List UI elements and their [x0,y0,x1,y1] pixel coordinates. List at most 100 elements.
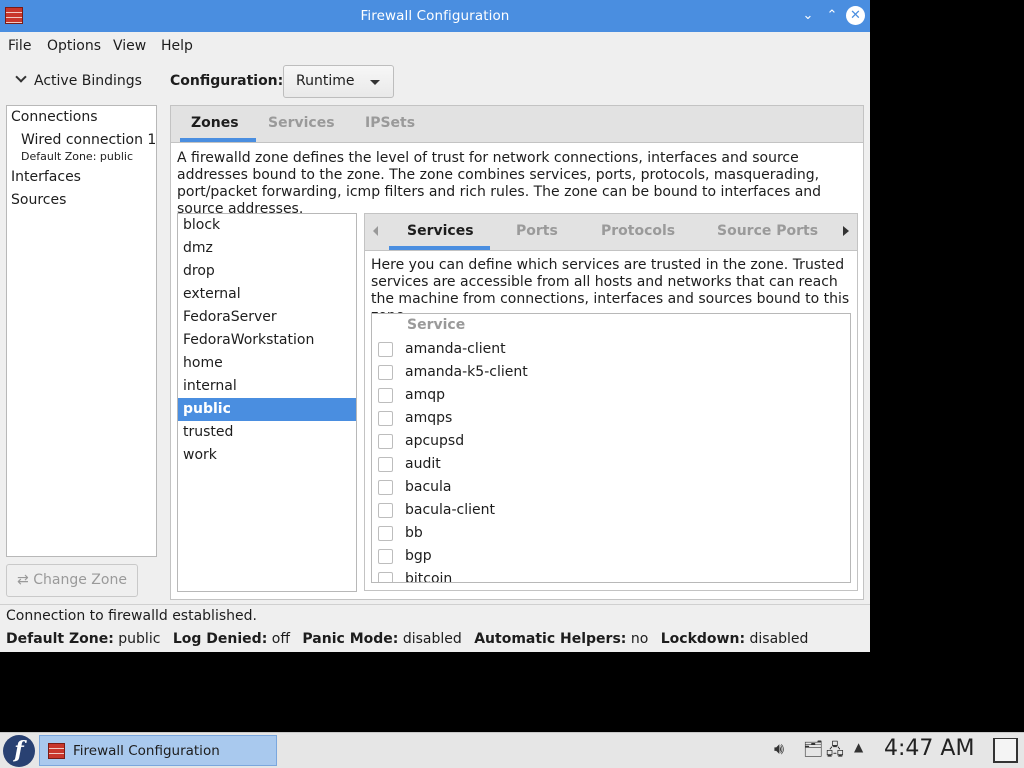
title-bar[interactable]: Firewall Configuration ⌄ ⌃ ✕ [0,0,870,32]
zone-item-fedoraworkstation[interactable]: FedoraWorkstation [178,329,356,352]
auto-helpers-label: Automatic Helpers: [474,631,627,647]
close-button[interactable]: ✕ [846,6,865,25]
service-row[interactable]: apcupsd [372,430,850,453]
configuration-select[interactable]: Runtime [283,65,394,98]
service-row[interactable]: amqp [372,384,850,407]
service-row[interactable]: amanda-k5-client [372,361,850,384]
lockdown-value: disabled [749,631,809,647]
service-row[interactable]: bb [372,522,850,545]
subtab-source-ports[interactable]: Source Ports [717,223,818,239]
tray-expand-icon[interactable]: ▲ [854,740,863,754]
service-name: amanda-client [405,341,506,357]
active-subtab-indicator [389,246,490,250]
minimize-button[interactable]: ⌄ [798,6,818,26]
service-name: bacula [405,479,452,495]
main-tab-bar: Zones Services IPSets [171,106,863,143]
log-denied-label: Log Denied: [172,631,268,647]
volume-icon[interactable]: 🔊︎ [774,739,784,759]
service-checkbox[interactable] [378,457,393,472]
menu-file[interactable]: File [8,38,31,54]
lockdown-label: Lockdown: [660,631,746,647]
zone-item-dmz[interactable]: dmz [178,237,356,260]
services-list: Service amanda-client amanda-k5-client amq… [371,313,851,583]
service-name: amqp [405,387,445,403]
service-name: bitcoin [405,571,453,583]
service-row[interactable]: bitcoin [372,568,850,583]
menu-bar: File Options View Help [0,32,870,60]
status-message: Connection to firewalld established. [6,608,257,624]
taskbar: f Firewall Configuration 🔊︎ 🗂︎ 🖧︎ ▲ 4:47… [0,732,1024,768]
zone-item-work[interactable]: work [178,444,356,467]
bindings-panel: Connections Wired connection 1 ( Default… [6,105,157,557]
connection-zone: Default Zone: public [21,150,133,163]
network-icon[interactable]: 🖧︎ [826,739,844,766]
zone-list: block dmz drop external FedoraServer FedoraWo… [177,213,357,592]
default-zone-label: Default Zone: [6,631,114,647]
change-zone-button[interactable]: ⇄ Change Zone [6,564,138,597]
zone-item-drop[interactable]: drop [178,260,356,283]
log-denied-value: off [271,631,290,647]
maximize-button[interactable]: ⌃ [822,6,842,26]
service-name: amanda-k5-client [405,364,528,380]
tab-ipsets[interactable]: IPSets [365,115,415,131]
tab-zones[interactable]: Zones [191,115,239,131]
zone-item-fedoraserver[interactable]: FedoraServer [178,306,356,329]
chevron-down-icon [16,73,26,83]
service-checkbox[interactable] [378,503,393,518]
service-checkbox[interactable] [378,388,393,403]
active-bindings-toggle[interactable]: Active Bindings [16,73,142,89]
show-desktop-icon[interactable] [993,738,1018,763]
service-row[interactable]: amqps [372,407,850,430]
menu-help[interactable]: Help [161,38,193,54]
tab-services[interactable]: Services [268,115,335,131]
active-tab-indicator [180,138,256,142]
panic-mode-value: disabled [402,631,462,647]
scroll-right-icon[interactable] [843,226,849,236]
zone-item-home[interactable]: home [178,352,356,375]
subtab-services[interactable]: Services [407,223,474,239]
service-checkbox[interactable] [378,572,393,582]
service-checkbox[interactable] [378,526,393,541]
connections-header[interactable]: Connections [11,109,98,125]
subtab-protocols[interactable]: Protocols [601,223,675,239]
service-row[interactable]: amanda-client [372,338,850,361]
status-divider [0,604,870,605]
service-checkbox[interactable] [378,365,393,380]
zone-item-public[interactable]: public [178,398,356,421]
connection-item[interactable]: Wired connection 1 ( [21,132,156,148]
fedora-logo-icon[interactable]: f [3,735,35,767]
scroll-left-icon[interactable] [373,226,378,236]
panic-mode-label: Panic Mode: [302,631,399,647]
taskbar-window-button[interactable]: Firewall Configuration [39,735,277,766]
taskbar-window-label: Firewall Configuration [73,743,220,759]
service-row[interactable]: bacula-client [372,499,850,522]
service-row[interactable]: bacula [372,476,850,499]
subtab-ports[interactable]: Ports [516,223,558,239]
service-row[interactable]: audit [372,453,850,476]
service-checkbox[interactable] [378,434,393,449]
service-name: bgp [405,548,432,564]
zone-item-internal[interactable]: internal [178,375,356,398]
service-checkbox[interactable] [378,411,393,426]
sources-header[interactable]: Sources [11,192,66,208]
service-column-header[interactable]: Service [407,317,465,333]
zones-description: A firewalld zone defines the level of tr… [177,150,822,217]
service-checkbox[interactable] [378,342,393,357]
service-checkbox[interactable] [378,480,393,495]
menu-view[interactable]: View [113,38,146,54]
interfaces-header[interactable]: Interfaces [11,169,81,185]
zone-item-block[interactable]: block [178,214,356,237]
zone-item-external[interactable]: external [178,283,356,306]
service-checkbox[interactable] [378,549,393,564]
active-bindings-label: Active Bindings [34,73,142,89]
service-name: apcupsd [405,433,465,449]
service-row[interactable]: bgp [372,545,850,568]
clock[interactable]: 4:47 AM [884,736,974,761]
status-summary: Default Zone: public Log Denied: off Pan… [6,631,816,647]
removable-device-icon[interactable]: 🗂︎ [803,739,823,758]
dropdown-arrow-icon [370,80,380,85]
service-name: audit [405,456,441,472]
zone-item-trusted[interactable]: trusted [178,421,356,444]
service-name: bacula-client [405,502,496,518]
menu-options[interactable]: Options [47,38,101,54]
